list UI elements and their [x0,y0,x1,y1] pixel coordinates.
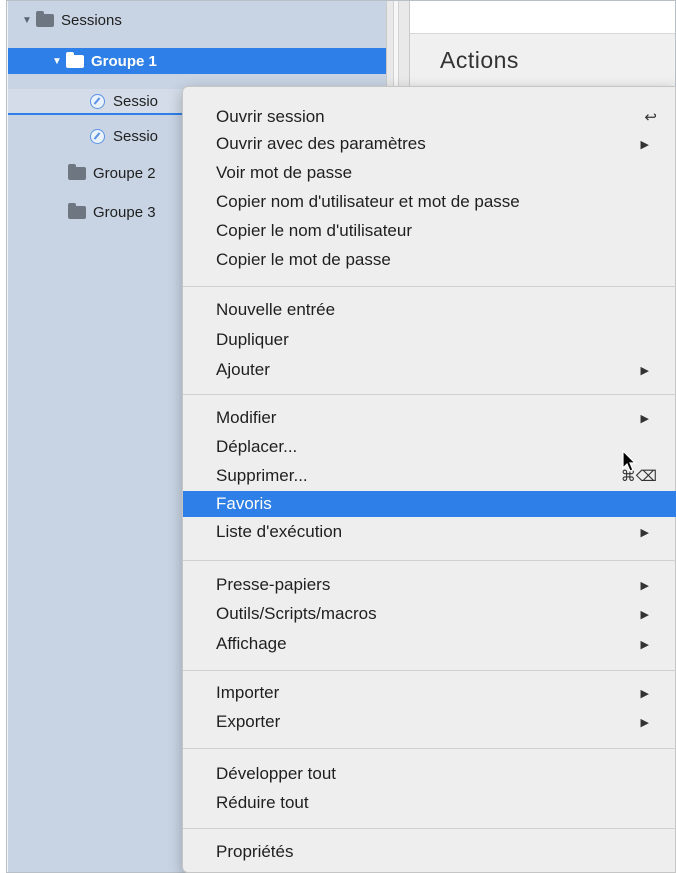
folder-icon [68,202,86,219]
menu-item-label: Outils/Scripts/macros [216,604,377,623]
menu-item-label: Voir mot de passe [216,163,353,182]
page-title: Actions [440,47,519,73]
menu-separator [183,286,676,287]
menu-item-label: Copier le mot de passe [216,250,391,269]
menu-separator [183,828,676,829]
tree-item-label: Sessio [113,127,159,145]
menu-item-modify[interactable]: Modifier ▶ [183,405,676,431]
submenu-arrow-icon: ▶ [640,412,649,425]
submenu-arrow-icon: ▶ [640,716,649,729]
menu-item-label: Modifier [216,408,277,427]
submenu-arrow-icon: ▶ [640,138,649,151]
toolbar-strip [410,1,675,34]
tree-item-label: Groupe 2 [93,164,156,182]
menu-item-label: Dupliquer [216,330,289,349]
menu-item-copy-password[interactable]: Copier le mot de passe [183,247,676,273]
tree-item-label: Sessio [113,92,159,110]
menu-item-copy-user-and-password[interactable]: Copier nom d'utilisateur et mot de passe [183,189,676,215]
submenu-arrow-icon: ▶ [640,364,649,377]
folder-icon [36,10,54,27]
menu-item-export[interactable]: Exporter ▶ [183,709,676,735]
menu-separator [183,394,676,395]
menu-item-label: Déplacer... [216,437,298,456]
menu-item-label: Propriétés [216,842,294,861]
menu-item-open-session[interactable]: Ouvrir session ↩ [183,104,676,130]
menu-item-copy-username[interactable]: Copier le nom d'utilisateur [183,218,676,244]
menu-item-clipboard[interactable]: Presse-papiers ▶ [183,572,676,598]
menu-item-expand-all[interactable]: Développer tout [183,761,676,787]
menu-item-execution-list[interactable]: Liste d'exécution ▶ [183,519,676,545]
menu-item-import[interactable]: Importer ▶ [183,680,676,706]
submenu-arrow-icon: ▶ [640,638,649,651]
disclosure-triangle-icon[interactable]: ▼ [22,15,36,26]
menu-item-label: Copier le nom d'utilisateur [216,221,413,240]
session-icon [90,93,105,109]
tree-item-label: Sessions [61,11,122,29]
menu-item-properties[interactable]: Propriétés [183,839,676,865]
menu-item-label: Favoris [216,494,272,513]
folder-icon [68,163,86,180]
submenu-arrow-icon: ▶ [640,579,649,592]
menu-item-tools-scripts-macros[interactable]: Outils/Scripts/macros ▶ [183,601,676,627]
menu-item-label: Réduire tout [216,793,309,812]
tree-item-groupe-1[interactable]: ▼ Groupe 1 [8,48,386,74]
tree-item-label: Groupe 1 [91,52,157,70]
menu-item-label: Ouvrir session [216,107,325,126]
menu-item-label: Supprimer... [216,466,308,485]
menu-item-view-password[interactable]: Voir mot de passe [183,160,676,186]
menu-item-display[interactable]: Affichage ▶ [183,631,676,657]
menu-item-label: Développer tout [216,764,337,783]
return-icon: ↩ [644,109,657,126]
menu-separator [183,560,676,561]
mouse-pointer-icon [622,450,637,472]
menu-item-label: Ajouter [216,360,270,379]
disclosure-triangle-icon[interactable]: ▼ [52,56,66,67]
menu-item-label: Liste d'exécution [216,522,343,541]
menu-item-label: Presse-papiers [216,575,331,594]
menu-item-label: Importer [216,683,280,702]
menu-item-delete[interactable]: Supprimer... ⌘⌫ [183,463,676,489]
submenu-arrow-icon: ▶ [640,608,649,621]
menu-item-favorites[interactable]: Favoris [183,491,676,517]
menu-item-label: Ouvrir avec des paramètres [216,134,426,153]
tree-item-sessions[interactable]: ▼ Sessions [8,7,386,33]
tree-item-label: Groupe 3 [93,203,156,221]
menu-separator [183,670,676,671]
menu-item-add[interactable]: Ajouter ▶ [183,357,676,383]
submenu-arrow-icon: ▶ [640,526,649,539]
menu-item-new-entry[interactable]: Nouvelle entrée [183,297,676,323]
menu-item-collapse-all[interactable]: Réduire tout [183,790,676,816]
menu-item-label: Exporter [216,712,281,731]
menu-item-duplicate[interactable]: Dupliquer [183,327,676,353]
submenu-arrow-icon: ▶ [640,687,649,700]
folder-icon [66,51,84,68]
menu-item-open-with-params[interactable]: Ouvrir avec des paramètres ▶ [183,131,676,157]
context-menu: Ouvrir session ↩ Ouvrir avec des paramèt… [182,86,676,873]
menu-item-label: Affichage [216,634,287,653]
menu-item-move[interactable]: Déplacer... [183,434,676,460]
menu-item-label: Copier nom d'utilisateur et mot de passe [216,192,520,211]
menu-separator [183,748,676,749]
session-icon [90,128,105,144]
menu-item-label: Nouvelle entrée [216,300,336,319]
